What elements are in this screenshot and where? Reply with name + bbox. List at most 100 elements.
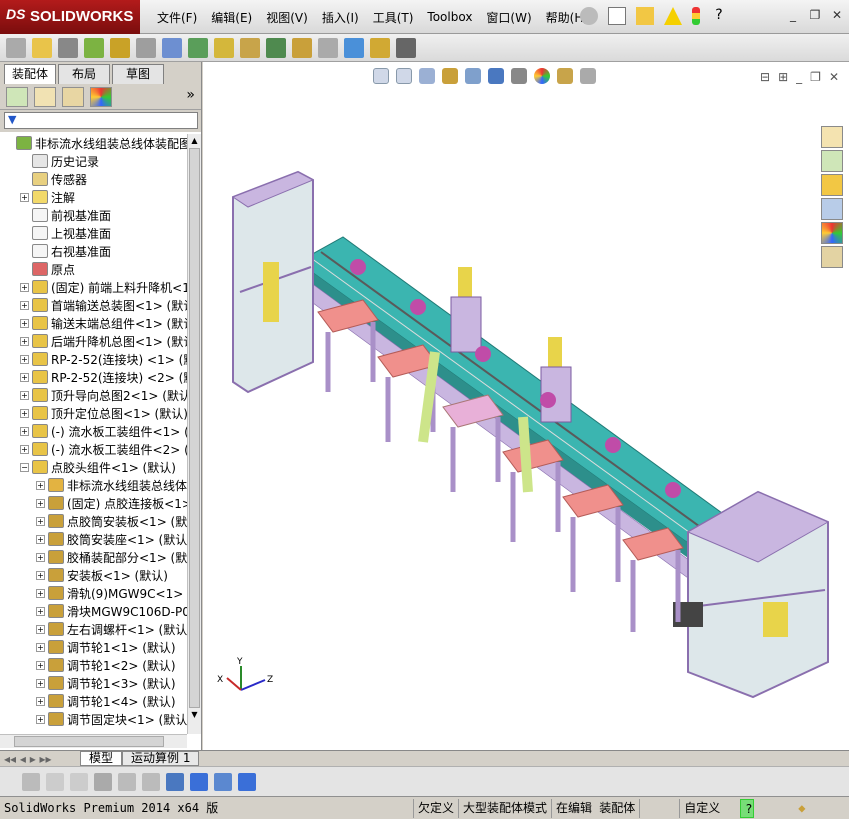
property-manager-icon[interactable]: [34, 86, 56, 107]
tree-row[interactable]: + 调节轮1<3> (默认): [0, 674, 187, 692]
feature-manager-icon[interactable]: [6, 86, 28, 107]
menu-view[interactable]: 视图(V): [259, 9, 315, 26]
tree-row[interactable]: + 后端升降机总图<1> (默认): [0, 332, 187, 350]
open-folder-icon[interactable]: [636, 7, 654, 25]
menu-edit[interactable]: 编辑(E): [204, 9, 259, 26]
tree-row[interactable]: − 点胶头组件<1> (默认): [0, 458, 187, 476]
tree-row[interactable]: + 胶筒安装座<1> (默认): [0, 530, 187, 548]
section-icon[interactable]: [46, 772, 64, 791]
tree-row[interactable]: + 调节固定块<1> (默认): [0, 710, 187, 728]
status-custom[interactable]: 自定义: [680, 799, 724, 818]
restore-icon[interactable]: ❐: [807, 8, 823, 24]
tree-row[interactable]: 历史记录: [0, 152, 187, 170]
tab-model[interactable]: 模型: [80, 751, 123, 766]
tree-row[interactable]: + 胶桶装配部分<1> (默认): [0, 548, 187, 566]
new-motion-study-icon[interactable]: [240, 37, 260, 58]
tree-expander-icon[interactable]: +: [20, 354, 29, 364]
curvature-icon[interactable]: [70, 772, 88, 791]
menu-toolbox[interactable]: Toolbox: [420, 10, 479, 24]
tree-row[interactable]: + 顶升定位总图<1> (默认): [0, 404, 187, 422]
solidworks-logo[interactable]: DS SOLIDWORKS: [0, 0, 140, 34]
tree-row[interactable]: + 调节轮1<4> (默认): [0, 692, 187, 710]
tree-expander-icon[interactable]: +: [20, 318, 29, 328]
tree-row[interactable]: 传感器: [0, 170, 187, 188]
status-help-icon[interactable]: ?: [740, 798, 755, 818]
design-library-icon[interactable]: [821, 150, 843, 172]
new-document-icon[interactable]: [608, 7, 626, 25]
tree-expander-icon[interactable]: +: [36, 552, 45, 562]
menu-window[interactable]: 窗口(W): [479, 9, 538, 26]
menu-tools[interactable]: 工具(T): [366, 9, 421, 26]
tree-expander-icon[interactable]: +: [20, 300, 29, 310]
tree-expander-icon[interactable]: +: [20, 282, 29, 292]
instant3d-icon[interactable]: [344, 37, 364, 58]
tree-expander-icon[interactable]: +: [20, 444, 29, 454]
help-icon[interactable]: ?: [710, 7, 728, 25]
more-panels-icon[interactable]: »: [186, 87, 195, 103]
tree-expander-icon[interactable]: −: [20, 462, 29, 472]
tree-row[interactable]: + 调节轮1<2> (默认): [0, 656, 187, 674]
tree-row[interactable]: + (-) 流水板工装组件<1> (默: [0, 422, 187, 440]
status-tag-icon[interactable]: ◆: [794, 799, 809, 818]
large-assembly-icon[interactable]: [370, 37, 390, 58]
tree-expander-icon[interactable]: +: [20, 390, 29, 400]
pattern-icon[interactable]: [84, 37, 104, 58]
menu-file[interactable]: 文件(F): [150, 9, 204, 26]
bill-of-materials-icon[interactable]: [266, 37, 286, 58]
tree-row[interactable]: 上视基准面: [0, 224, 187, 242]
warning-icon[interactable]: [664, 7, 682, 25]
reference-geometry-icon[interactable]: [214, 37, 234, 58]
tree-horizontal-scrollbar[interactable]: [0, 734, 187, 748]
exploded-view-icon[interactable]: [292, 37, 312, 58]
minimize-icon[interactable]: _: [785, 8, 801, 24]
tree-row[interactable]: + 左右调螺杆<1> (默认): [0, 620, 187, 638]
view-palette-icon[interactable]: [821, 198, 843, 220]
tree-expander-icon[interactable]: +: [36, 588, 45, 598]
tree-expander-icon[interactable]: +: [36, 606, 45, 616]
tree-row[interactable]: + (固定) 前端上料升降机<1>: [0, 278, 187, 296]
tree-expander-icon[interactable]: +: [20, 408, 29, 418]
solidworks-resources-icon[interactable]: [821, 126, 843, 148]
menu-insert[interactable]: 插入(I): [315, 9, 366, 26]
cube-icon[interactable]: [190, 772, 208, 791]
tree-row[interactable]: + 首端输送总装图<1> (默认): [0, 296, 187, 314]
display-manager-icon[interactable]: [90, 86, 112, 107]
scroll-up-arrow[interactable]: ▲: [188, 134, 201, 148]
tab-motion-study[interactable]: 运动算例 1: [122, 751, 200, 766]
assembly-features-icon[interactable]: [188, 37, 208, 58]
tree-expander-icon[interactable]: +: [36, 498, 45, 508]
tree-expander-icon[interactable]: +: [36, 714, 45, 724]
graphics-viewport[interactable]: ⊟ ⊞ _ ❐ ✕ Y Z X: [203, 62, 849, 750]
tree-row[interactable]: 前视基准面: [0, 206, 187, 224]
show-hidden-icon[interactable]: [162, 37, 182, 58]
tree-expander-icon[interactable]: +: [36, 642, 45, 652]
table-icon[interactable]: [214, 772, 232, 791]
tree-row[interactable]: + 点胶筒安装板<1> (默认): [0, 512, 187, 530]
tab-sketch[interactable]: 草图: [112, 64, 164, 84]
tree-expander-icon[interactable]: +: [20, 372, 29, 382]
chart-icon[interactable]: [166, 772, 184, 791]
tree-row[interactable]: + 安装板<1> (默认): [0, 566, 187, 584]
move-component-icon[interactable]: [136, 37, 156, 58]
close-icon[interactable]: ✕: [829, 8, 845, 24]
tree-row[interactable]: 非标流水线组装总线体装配图: [0, 134, 187, 152]
tree-row[interactable]: 右视基准面: [0, 242, 187, 260]
scroll-back-icon[interactable]: [22, 772, 40, 791]
assembly-model-render[interactable]: Y Z X: [203, 62, 849, 750]
tree-row[interactable]: + (-) 流水板工装组件<2> (默: [0, 440, 187, 458]
tree-row[interactable]: + 注解: [0, 188, 187, 206]
interference-icon[interactable]: [318, 37, 338, 58]
tree-expander-icon[interactable]: +: [20, 336, 29, 346]
tree-expander-icon[interactable]: +: [36, 516, 45, 526]
tree-row[interactable]: + 调节轮1<1> (默认): [0, 638, 187, 656]
rebuild-traffic-light-icon[interactable]: [692, 7, 700, 25]
mate-icon[interactable]: [58, 37, 78, 58]
tree-row[interactable]: + RP-2-52(连接块) <1> (默认): [0, 350, 187, 368]
tree-row[interactable]: + 滑轨(9)MGW9C<1> (默认): [0, 584, 187, 602]
tree-expander-icon[interactable]: +: [20, 192, 29, 202]
tab-assembly[interactable]: 装配体: [4, 64, 56, 84]
tree-expander-icon[interactable]: +: [36, 660, 45, 670]
tree-row[interactable]: + 非标流水线组装总线体装: [0, 476, 187, 494]
tree-expander-icon[interactable]: +: [36, 534, 45, 544]
tree-expander-icon[interactable]: +: [36, 624, 45, 634]
